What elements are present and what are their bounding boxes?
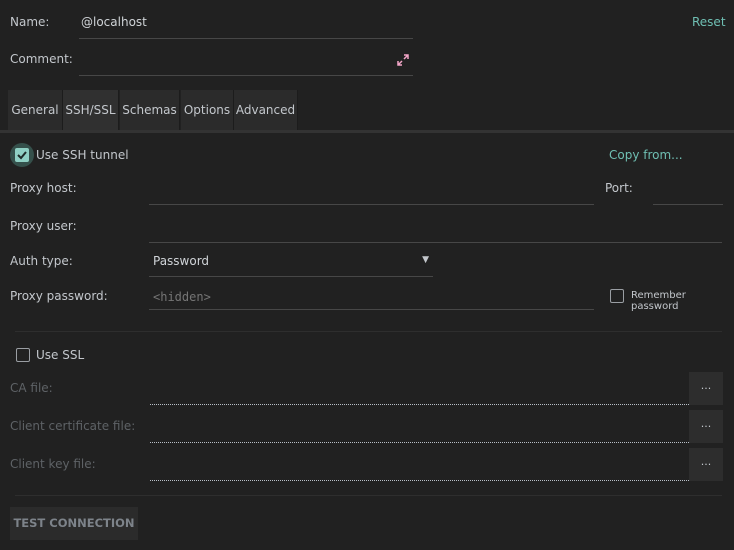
client-cert-label: Client certificate file: <box>10 419 136 433</box>
tab-advanced[interactable]: Advanced <box>234 90 298 130</box>
tab-general[interactable]: General <box>8 90 63 130</box>
port-underline <box>653 204 723 205</box>
tab-divider <box>0 130 734 133</box>
client-cert-input[interactable] <box>150 442 689 443</box>
auth-type-value: Password <box>153 254 210 268</box>
proxy-host-input[interactable] <box>149 178 594 204</box>
proxy-host-label: Proxy host: <box>10 181 77 195</box>
name-input-underline <box>79 38 413 39</box>
comment-label: Comment: <box>10 52 73 66</box>
checkmark-icon <box>17 151 27 160</box>
name-label: Name: <box>10 15 50 29</box>
ca-file-label: CA file: <box>10 381 53 395</box>
tab-ssh-ssl[interactable]: SSH/SSL <box>63 90 119 130</box>
port-label: Port: <box>605 181 633 195</box>
comment-input[interactable] <box>79 48 389 72</box>
tab-schemas[interactable]: Schemas <box>120 90 180 130</box>
auth-type-dropdown[interactable]: Password ▼ <box>149 250 433 276</box>
name-input[interactable]: @localhost <box>81 15 147 29</box>
ca-file-browse-button[interactable]: ... <box>689 372 723 405</box>
use-ssh-checkbox[interactable] <box>15 148 29 162</box>
reset-link[interactable]: Reset <box>692 15 726 29</box>
test-connection-button[interactable]: TEST CONNECTION <box>10 507 138 540</box>
proxy-password-label: Proxy password: <box>10 289 108 303</box>
client-key-input[interactable] <box>150 480 689 481</box>
client-cert-browse-button[interactable]: ... <box>689 410 723 443</box>
copy-from-link[interactable]: Copy from... <box>609 148 683 162</box>
proxy-password-input[interactable] <box>149 284 594 310</box>
comment-input-underline <box>79 75 413 76</box>
client-key-label: Client key file: <box>10 457 96 471</box>
use-ssl-checkbox[interactable] <box>16 348 30 362</box>
auth-type-label: Auth type: <box>10 254 73 268</box>
remember-password-label: Remember password <box>631 290 686 312</box>
use-ssh-label: Use SSH tunnel <box>36 148 129 162</box>
tab-options[interactable]: Options <box>181 90 234 130</box>
client-key-browse-button[interactable]: ... <box>689 448 723 481</box>
port-input[interactable] <box>653 178 723 204</box>
section-divider <box>15 331 722 332</box>
proxy-host-underline <box>149 204 594 205</box>
footer-divider <box>15 495 722 496</box>
remember-password-checkbox[interactable] <box>610 289 624 303</box>
chevron-down-icon: ▼ <box>422 255 429 265</box>
proxy-user-label: Proxy user: <box>10 219 77 233</box>
ca-file-input[interactable] <box>150 404 689 405</box>
proxy-user-underline <box>149 242 722 243</box>
expand-icon[interactable] <box>396 53 410 67</box>
auth-type-underline <box>149 276 433 277</box>
use-ssl-label: Use SSL <box>36 348 85 362</box>
proxy-user-input[interactable] <box>149 216 722 242</box>
